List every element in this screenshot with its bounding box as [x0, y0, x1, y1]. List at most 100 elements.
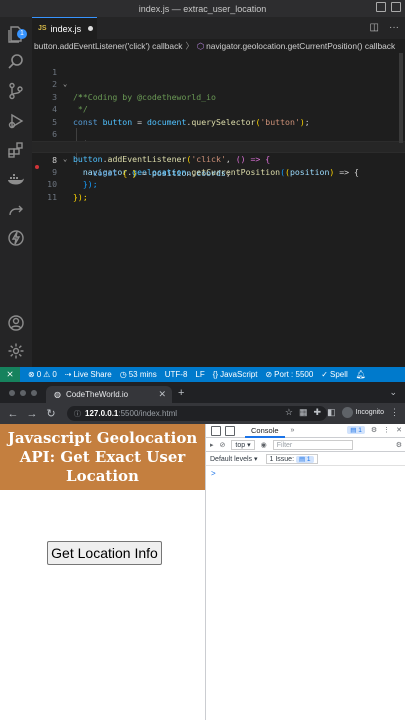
code-line: 9 });: [32, 153, 405, 190]
inspect-element-icon[interactable]: [211, 425, 221, 436]
settings-gear-icon[interactable]: [7, 342, 25, 360]
activity-bar: 1: [0, 17, 32, 367]
url-path: :5500/index.html: [118, 409, 178, 418]
extension-icon[interactable]: ▦: [299, 407, 308, 418]
spell-check-status[interactable]: ✓ Spell: [321, 370, 348, 379]
toggle-panel-icon[interactable]: [376, 2, 386, 12]
live-share-icon[interactable]: [7, 229, 25, 247]
browser-menu-icon[interactable]: ⋮: [390, 407, 399, 418]
encoding-status[interactable]: UTF-8: [165, 370, 188, 379]
clear-console-icon[interactable]: ⊘: [220, 441, 226, 449]
puzzle-extensions-icon[interactable]: ✚: [314, 407, 322, 418]
more-actions-icon[interactable]: ···: [389, 22, 399, 33]
devtools-settings-gear-icon[interactable]: ⚙: [371, 426, 377, 434]
braces-icon: {}: [212, 370, 219, 379]
run-debug-icon[interactable]: [7, 112, 25, 130]
live-share-status[interactable]: ⇢ Live Share: [65, 370, 112, 379]
sidebar-toggle-icon[interactable]: ▸: [210, 441, 214, 449]
side-panel-icon[interactable]: ◧: [327, 407, 336, 418]
eol-status[interactable]: LF: [195, 370, 204, 379]
new-tab-icon[interactable]: +: [178, 387, 184, 399]
tab-console[interactable]: Console: [245, 424, 285, 438]
tab-label: index.js: [50, 23, 82, 34]
editor-actions: ◫ ···: [370, 22, 399, 33]
line-number: 11: [47, 191, 57, 202]
breadcrumb-item[interactable]: navigator.geolocation.getCurrentPosition…: [206, 41, 395, 51]
issues-badge[interactable]: ▤ 1: [347, 426, 365, 434]
browser-toolbar: ← → ↻ ⓘ 127.0.0.1:5500/index.html ☆ ▦ ✚ …: [0, 403, 405, 424]
close-devtools-icon[interactable]: ✕: [396, 426, 402, 434]
maximize-window-icon[interactable]: [31, 390, 37, 396]
bookmark-star-icon[interactable]: ☆: [285, 407, 293, 418]
more-tabs-icon[interactable]: »: [291, 427, 295, 434]
window-title-bar: index.js — extrac_user_location: [0, 0, 405, 17]
remote-explorer-icon[interactable]: [7, 200, 25, 218]
extensions-icon[interactable]: [7, 141, 25, 159]
site-info-icon[interactable]: ⓘ: [74, 409, 81, 419]
devtools-menu-icon[interactable]: ⋮: [383, 426, 390, 434]
incognito-icon: [341, 407, 353, 418]
method-cube-icon: ⬡: [196, 41, 205, 51]
context-selector[interactable]: top ▾: [231, 439, 255, 450]
browser-window: ◍ CodeTheWorld.io ✕ + ⌄ ← → ↻ ⓘ 127.0.0.…: [0, 382, 405, 720]
log-levels-dropdown[interactable]: Default levels ▾: [210, 455, 258, 463]
globe-icon: ◍: [54, 390, 61, 399]
browser-tab-title: CodeTheWorld.io: [65, 390, 129, 399]
device-toolbar-icon[interactable]: [225, 425, 235, 436]
devtools-tab-bar: Console » ▤ 1 ⚙ ⋮ ✕: [206, 424, 405, 438]
reload-icon[interactable]: ↻: [45, 407, 57, 420]
minimize-window-icon[interactable]: [20, 390, 26, 396]
error-icon: ⊗: [28, 370, 35, 379]
back-arrow-icon[interactable]: ←: [7, 408, 19, 420]
breadcrumb-item[interactable]: button.addEventListener('click') callbac…: [34, 41, 182, 51]
close-tab-icon[interactable]: ✕: [158, 389, 166, 400]
code-editor[interactable]: 1 ⌄ /** 2 * Coding by @codetheworld_io 3…: [32, 53, 405, 367]
code-line: 2 * Coding by @codetheworld_io: [32, 66, 405, 102]
code-line-current: 8 const { } = position.coords;: [32, 140, 405, 178]
devtools-actions: ▤ 1 ⚙ ⋮ ✕: [347, 426, 402, 434]
live-expression-eye-icon[interactable]: ◉: [261, 441, 267, 449]
devtools-panel: Console » ▤ 1 ⚙ ⋮ ✕ ▸ ⊘ top ▾ ◉ Filter ⚙…: [205, 424, 405, 720]
browser-tab-strip: ◍ CodeTheWorld.io ✕ + ⌄: [0, 382, 405, 403]
source-control-icon[interactable]: [7, 82, 25, 100]
code-line: 6 ⌄ button.addEventListener('click', () …: [32, 116, 405, 164]
window-controls: [9, 390, 37, 396]
incognito-profile[interactable]: Incognito: [341, 407, 384, 418]
search-icon[interactable]: [7, 53, 25, 71]
code-line: 4 const button = document.querySelector(…: [32, 91, 405, 127]
code-line: 10 });: [32, 166, 405, 202]
language-mode[interactable]: {} JavaScript: [213, 370, 258, 379]
notifications-bell-icon[interactable]: 🔔︎: [356, 370, 366, 379]
tab-index-js[interactable]: JS index.js: [32, 17, 97, 39]
web-page: Javascript Geolocation API: Get Exact Us…: [0, 424, 205, 720]
warning-icon: ⚠: [43, 370, 51, 379]
explorer-badge: 1: [17, 29, 27, 39]
split-editor-icon[interactable]: ◫: [370, 22, 379, 33]
live-server-port[interactable]: ⊘ Port : 5500: [265, 370, 313, 379]
browser-actions: ☆ ▦ ✚ ◧ Incognito ⋮: [285, 407, 399, 418]
forward-arrow-icon[interactable]: →: [26, 408, 38, 420]
toggle-sidebar-icon[interactable]: [391, 2, 401, 12]
issues-counter[interactable]: 1 Issue: ▤ 1: [265, 453, 318, 464]
editor-tabs: JS index.js ◫ ···: [32, 17, 405, 39]
breadcrumb-separator: 〉: [185, 41, 194, 51]
console-prompt[interactable]: >: [211, 469, 216, 478]
unsaved-dot-icon[interactable]: [88, 26, 94, 31]
editor-scrollbar[interactable]: [399, 53, 403, 143]
page-heading: Javascript Geolocation API: Get Exact Us…: [0, 424, 205, 490]
js-file-icon: JS: [38, 25, 47, 32]
docker-icon[interactable]: [7, 171, 25, 189]
problems-indicator[interactable]: ⊗ 0 ⚠ 0: [28, 370, 57, 379]
get-location-button[interactable]: Get Location Info: [47, 541, 162, 565]
code-line: 5: [32, 103, 405, 127]
close-window-icon[interactable]: [9, 390, 15, 396]
window-title: index.js — extrac_user_location: [138, 3, 267, 14]
console-filter-input[interactable]: Filter: [272, 439, 353, 450]
account-icon[interactable]: [7, 314, 25, 332]
tab-search-chevron-icon[interactable]: ⌄: [389, 387, 397, 398]
remote-indicator-icon[interactable]: ⨯: [0, 367, 20, 382]
browser-tab[interactable]: ◍ CodeTheWorld.io ✕: [46, 386, 172, 403]
breakpoint-marker[interactable]: [35, 165, 39, 169]
console-settings-gear-icon[interactable]: ⚙: [396, 441, 402, 449]
time-tracker-status[interactable]: ◷ 53 mins: [120, 370, 157, 379]
